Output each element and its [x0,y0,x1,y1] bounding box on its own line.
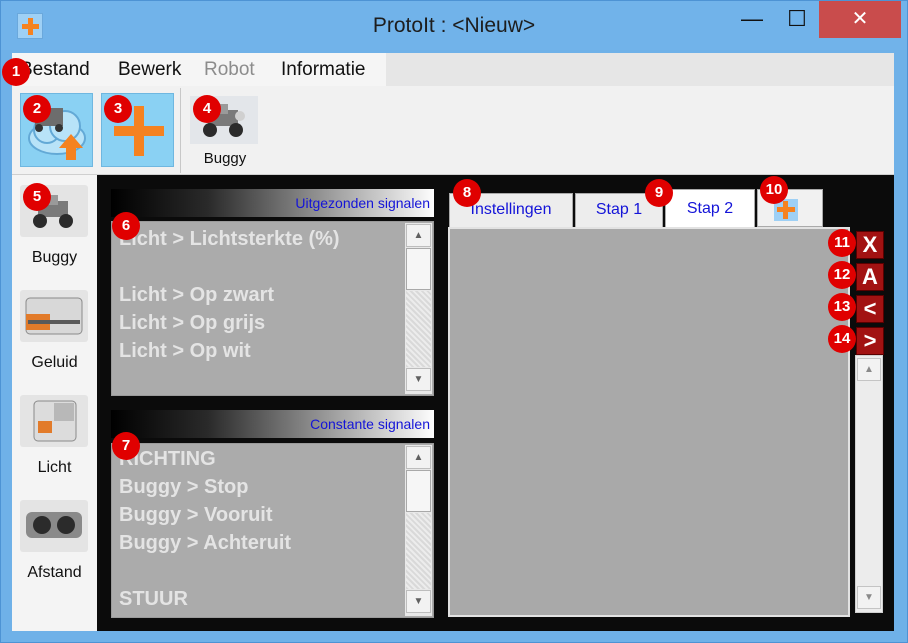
annotation-badge: 10 [760,176,788,204]
move-step-right-button[interactable]: > [856,327,884,355]
list-item[interactable]: Buggy > Achteruit [119,532,291,560]
component-sidebar: Buggy Geluid Licht Afstand [12,175,97,631]
list-item[interactable]: STUUR [119,588,188,616]
main-panel: Uitgezonden signalen Licht > Lichtsterkt… [97,175,894,631]
list-item[interactable]: Licht > Lichtsterkte (%) [119,228,340,256]
distance-sensor-icon [20,500,88,552]
constant-signals-scrollbar[interactable]: ▲ ▼ [405,445,432,616]
scroll-thumb[interactable] [406,470,431,512]
scroll-down-icon[interactable]: ▼ [857,586,881,609]
sent-signals-scrollbar[interactable]: ▲ ▼ [405,223,432,394]
scroll-up-icon[interactable]: ▲ [857,358,881,381]
light-sensor-icon [20,395,88,447]
list-item[interactable]: Buggy > Vooruit [119,504,273,532]
step-2-panel[interactable] [448,227,850,617]
annotation-badge: 11 [828,229,856,257]
minimize-button[interactable]: — [729,1,775,38]
title-bar[interactable]: ProtoIt : <Nieuw> — ☐ ✕ [1,1,907,50]
annotation-badge: 13 [828,293,856,321]
steps-tabs: Instellingen Stap 1 Stap 2 X A < > ▲ ▼ [447,185,894,631]
sidebar-item-geluid[interactable]: Geluid [12,282,97,382]
constant-signals-header: Constante signalen [111,410,434,438]
sidebar-item-afstand[interactable]: Afstand [12,492,97,592]
sidebar-item-licht[interactable]: Licht [12,387,97,487]
sound-sensor-icon [20,290,88,342]
sent-signals-title: Uitgezonden signalen [295,195,430,211]
move-step-left-button[interactable]: < [856,295,884,323]
maximize-button[interactable]: ☐ [775,1,819,38]
menu-strip: Bestand Bewerk Robot Informatie [12,53,386,86]
step-scrollbar[interactable]: ▲ ▼ [855,355,883,613]
scroll-up-icon[interactable]: ▲ [406,224,431,247]
list-item[interactable]: Licht > Op grijs [119,312,265,340]
annotation-badge: 14 [828,325,856,353]
delete-step-button[interactable]: X [856,231,884,259]
sent-signals-list[interactable]: Licht > Lichtsterkte (%) Licht > Op zwar… [111,221,434,396]
app-window: ProtoIt : <Nieuw> — ☐ ✕ Bestand Bewerk R… [0,0,908,643]
toolbar: Buggy [12,86,894,175]
annotation-badge: 1 [2,58,30,86]
scroll-up-icon[interactable]: ▲ [406,446,431,469]
scroll-down-icon[interactable]: ▼ [406,590,431,613]
close-button[interactable]: ✕ [819,1,901,38]
toolbar-separator [180,88,181,173]
constant-signals-title: Constante signalen [310,416,430,432]
menu-item-informatie[interactable]: Informatie [281,59,365,81]
list-item[interactable]: Buggy > Stop [119,476,248,504]
annotation-badge: 8 [453,179,481,207]
annotation-badge: 2 [23,95,51,123]
sidebar-item-label: Buggy [31,249,78,266]
list-item[interactable]: Licht > Op zwart [119,284,274,312]
annotation-badge: 9 [645,179,673,207]
annotation-badge: 12 [828,261,856,289]
menu-item-bestand[interactable]: Bestand [20,59,90,81]
annotation-badge: 3 [104,95,132,123]
list-item[interactable]: Licht > Op wit [119,340,251,368]
sidebar-item-label: Afstand [27,564,82,581]
scroll-thumb[interactable] [406,248,431,290]
menu-item-robot: Robot [204,59,255,80]
annotation-badge: 5 [23,183,51,211]
rename-step-button[interactable]: A [856,263,884,291]
scroll-track[interactable] [406,513,431,589]
constant-signals-list[interactable]: RICHTING Buggy > Stop Buggy > Vooruit Bu… [111,443,434,618]
menu-item-bewerk[interactable]: Bewerk [118,59,181,81]
scroll-down-icon[interactable]: ▼ [406,368,431,391]
sent-signals-header: Uitgezonden signalen [111,189,434,217]
sidebar-item-label: Licht [37,459,72,476]
tab-stap-2[interactable]: Stap 2 [665,189,755,227]
annotation-badge: 6 [112,212,140,240]
annotation-badge: 4 [193,95,221,123]
sidebar-item-label: Geluid [31,354,78,371]
scroll-track[interactable] [406,291,431,367]
annotation-badge: 7 [112,432,140,460]
menu-bar: Bestand Bewerk Robot Informatie [12,53,894,86]
robot-buggy-label: Buggy [203,150,247,167]
